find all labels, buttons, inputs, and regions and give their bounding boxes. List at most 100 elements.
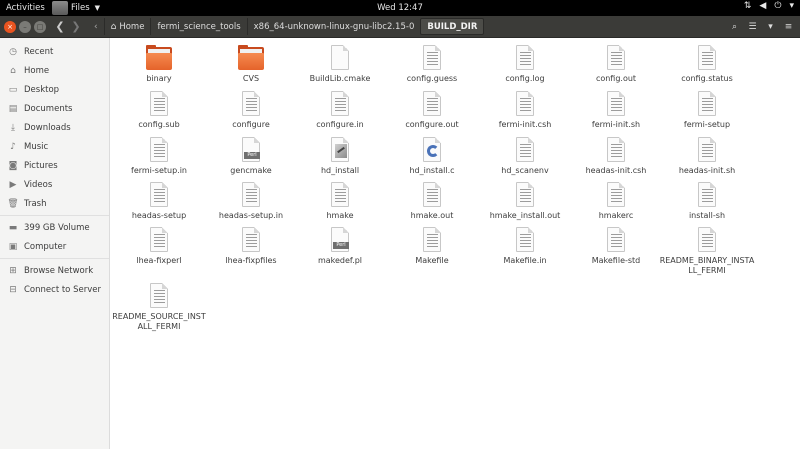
file-item[interactable]: README_BINARY_INSTALL_FERMI: [659, 226, 755, 276]
file-item[interactable]: hmake_install.out: [477, 181, 573, 221]
file-item[interactable]: Perl makedef.pl: [292, 226, 388, 266]
file-item[interactable]: headas-init.csh: [568, 136, 664, 176]
breadcrumb-platform-dir[interactable]: x86_64-unknown-linux-gnu-libc2.15-0: [246, 18, 421, 35]
file-item[interactable]: headas-setup.in: [203, 181, 299, 221]
file-item[interactable]: fermi-init.csh: [477, 90, 573, 130]
text-file-icon: [237, 90, 265, 118]
server-icon: ⊟: [9, 284, 17, 295]
forward-button[interactable]: ❯: [68, 19, 84, 35]
text-file-icon: [511, 226, 539, 254]
window-controls: × – □: [4, 20, 46, 33]
perl-badge: Perl: [244, 152, 260, 159]
folder-icon: [145, 44, 173, 72]
sidebar-item-recent[interactable]: ◷ Recent: [0, 42, 109, 61]
search-icon[interactable]: ⌕: [727, 19, 742, 34]
file-item[interactable]: README_SOURCE_INSTALL_FERMI: [111, 282, 207, 332]
maximize-button[interactable]: □: [34, 20, 46, 33]
folder-icon: [237, 44, 265, 72]
sidebar-item-label: Computer: [24, 241, 67, 252]
file-name: lhea-fixperl: [136, 256, 182, 265]
sidebar-item-label: Documents: [24, 103, 73, 114]
file-item[interactable]: hd_scanenv: [477, 136, 573, 176]
computer-icon: ▣: [8, 241, 18, 252]
file-name: makedef.pl: [317, 256, 363, 265]
breadcrumb-nav-arrow[interactable]: ‹: [88, 18, 104, 35]
text-file-icon: [145, 181, 173, 209]
file-item[interactable]: headas-init.sh: [659, 136, 755, 176]
text-file-icon: [602, 226, 630, 254]
sidebar-item-documents[interactable]: ▤ Documents: [0, 99, 109, 118]
file-name: config.guess: [406, 74, 458, 83]
file-item[interactable]: Makefile.in: [477, 226, 573, 266]
file-item[interactable]: configure.out: [384, 90, 480, 130]
file-name: configure.in: [316, 120, 364, 129]
sidebar-item-videos[interactable]: ▶ Videos: [0, 175, 109, 194]
sidebar-item-connect-to-server[interactable]: ⊟ Connect to Server: [0, 280, 109, 299]
file-item[interactable]: CVS: [203, 44, 299, 84]
file-item[interactable]: config.status: [659, 44, 755, 84]
sidebar-item-trash[interactable]: 🗑 Trash: [0, 194, 109, 213]
file-item[interactable]: lhea-fixpfiles: [203, 226, 299, 266]
power-icon[interactable]: ⏻: [774, 1, 781, 11]
file-item[interactable]: Makefile: [384, 226, 480, 266]
file-item[interactable]: config.log: [477, 44, 573, 84]
menu-icon[interactable]: ≡: [781, 19, 796, 34]
file-item[interactable]: install-sh: [659, 181, 755, 221]
sidebar-item-home[interactable]: ⌂ Home: [0, 61, 109, 80]
file-item[interactable]: config.guess: [384, 44, 480, 84]
view-options-chevron-icon[interactable]: ▾: [763, 19, 778, 34]
sidebar-item-music[interactable]: ♪ Music: [0, 137, 109, 156]
file-item[interactable]: hmake.out: [384, 181, 480, 221]
file-item[interactable]: configure.in: [292, 90, 388, 130]
file-name: headas-setup.in: [218, 211, 284, 220]
file-item[interactable]: fermi-init.sh: [568, 90, 664, 130]
network-status-icon[interactable]: ⇅: [744, 1, 752, 11]
activities-button[interactable]: Activities: [6, 3, 52, 13]
app-menu-button[interactable]: Files: [71, 3, 90, 13]
blank-file-icon: [326, 44, 354, 72]
file-name: config.sub: [138, 120, 180, 129]
sidebar-item-computer[interactable]: ▣ Computer: [0, 237, 109, 256]
sidebar-item-label: Recent: [24, 46, 54, 57]
list-view-icon[interactable]: ☰: [745, 19, 760, 34]
home-icon: ⌂: [10, 65, 16, 76]
file-item[interactable]: Makefile-std: [568, 226, 664, 266]
text-file-icon: [511, 181, 539, 209]
sidebar-item-volume[interactable]: ▬ 399 GB Volume: [0, 218, 109, 237]
sidebar-item-label: Desktop: [24, 84, 60, 95]
file-item[interactable]: fermi-setup: [659, 90, 755, 130]
file-item[interactable]: headas-setup: [111, 181, 207, 221]
file-item[interactable]: config.out: [568, 44, 664, 84]
file-name: install-sh: [688, 211, 726, 220]
file-item[interactable]: configure: [203, 90, 299, 130]
back-button[interactable]: ❮: [52, 19, 68, 35]
file-item[interactable]: config.sub: [111, 90, 207, 130]
breadcrumb-fermi-science-tools[interactable]: fermi_science_tools: [150, 18, 246, 35]
breadcrumb-home[interactable]: ⌂ Home: [103, 18, 151, 35]
sidebar-item-browse-network[interactable]: ⊞ Browse Network: [0, 261, 109, 280]
file-item[interactable]: hmakerc: [568, 181, 664, 221]
minimize-button[interactable]: –: [19, 20, 31, 33]
file-item[interactable]: binary: [111, 44, 207, 84]
sidebar-item-pictures[interactable]: ◙ Pictures: [0, 156, 109, 175]
file-item[interactable]: BuildLib.cmake: [292, 44, 388, 84]
system-menu-chevron-icon[interactable]: ▾: [789, 1, 794, 11]
breadcrumb-build-dir[interactable]: BUILD_DIR: [420, 18, 485, 35]
close-button[interactable]: ×: [4, 20, 16, 33]
text-file-icon: [237, 181, 265, 209]
clock[interactable]: Wed 12:47: [377, 3, 423, 13]
file-item[interactable]: lhea-fixperl: [111, 226, 207, 266]
download-icon: ⤓: [11, 122, 15, 133]
file-item[interactable]: hd_install: [292, 136, 388, 176]
video-icon: ▶: [9, 179, 17, 190]
perl-badge: Perl: [333, 242, 349, 249]
file-item[interactable]: fermi-setup.in: [111, 136, 207, 176]
volume-icon[interactable]: ◀: [759, 1, 766, 11]
file-item[interactable]: hd_install.c: [384, 136, 480, 176]
text-file-icon: [511, 44, 539, 72]
file-item[interactable]: Perl gencmake: [203, 136, 299, 176]
file-item[interactable]: hmake: [292, 181, 388, 221]
sidebar-item-downloads[interactable]: ⤓ Downloads: [0, 118, 109, 137]
sidebar-item-desktop[interactable]: ▭ Desktop: [0, 80, 109, 99]
text-file-icon: [237, 226, 265, 254]
